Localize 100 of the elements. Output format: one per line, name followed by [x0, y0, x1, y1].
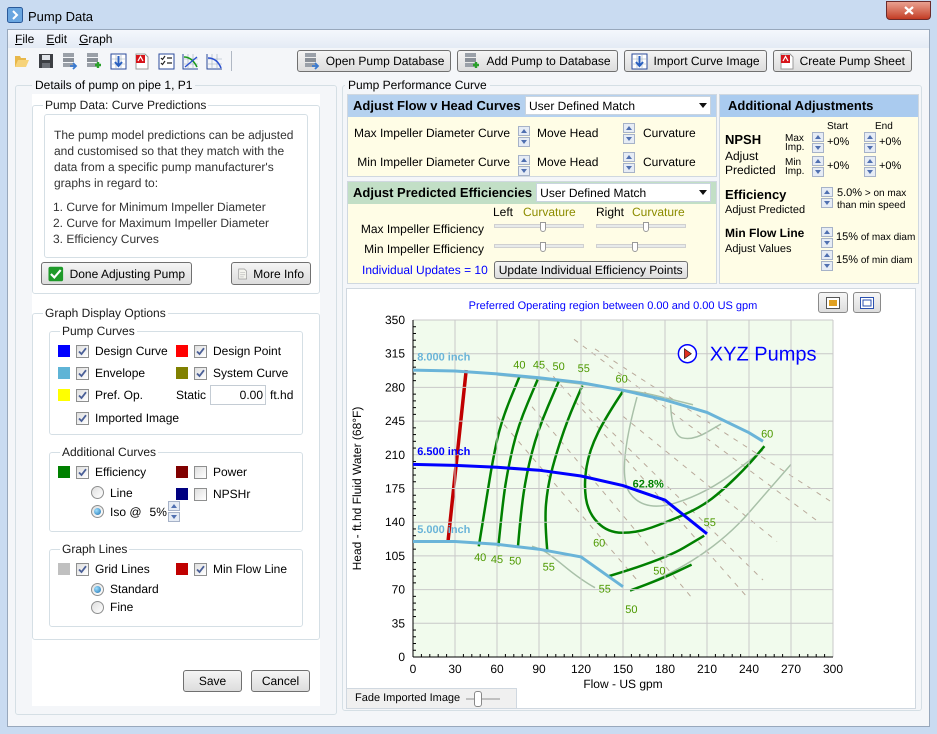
curve-label: 8.000 inch [417, 352, 470, 364]
spin-up-button[interactable] [168, 501, 180, 511]
action-button[interactable]: More Info [231, 262, 311, 285]
dialog-button[interactable]: Save [183, 670, 242, 692]
up-arrow-icon [626, 126, 632, 130]
option-label: Pref. Op. [95, 387, 144, 404]
spin-down-button[interactable] [518, 166, 530, 176]
spin-up-button[interactable] [518, 126, 530, 136]
spin-up-button[interactable] [812, 132, 824, 142]
spin-down-button[interactable] [821, 238, 833, 248]
dialog-button[interactable]: Cancel [251, 670, 310, 692]
radio-button[interactable] [91, 600, 104, 614]
up-arrow-icon [815, 135, 821, 139]
toolbar-button[interactable]: Add Pump to Database [457, 50, 618, 72]
x-tick-label: 120 [570, 662, 592, 676]
update-button[interactable]: Update Individual Efficiency Points [494, 260, 688, 278]
spin-up-button[interactable] [623, 152, 635, 162]
spin-up-button[interactable] [864, 132, 876, 142]
toolbar-button[interactable]: Import Curve Image [624, 50, 767, 72]
spin-up-button[interactable] [821, 226, 833, 236]
checkbox[interactable] [76, 388, 89, 402]
checkbox[interactable] [194, 488, 207, 500]
checkbox[interactable] [76, 366, 89, 380]
section-subtitle: Adjust Predicted [725, 202, 806, 218]
efficiency-label: 40 [474, 552, 486, 564]
menu-item[interactable]: Edit [41, 31, 72, 47]
row-label: Min Impeller Efficiency [363, 240, 484, 258]
radio-button[interactable] [91, 505, 104, 518]
option-label: Design Point [213, 343, 282, 360]
checkbox[interactable] [76, 562, 89, 576]
slider-thumb[interactable] [643, 222, 650, 232]
checkbox[interactable] [194, 466, 207, 478]
slider-track[interactable] [596, 219, 686, 233]
action-button[interactable]: Done Adjusting Pump [41, 262, 192, 285]
checkbox[interactable] [194, 366, 207, 380]
spin-down-button[interactable] [821, 260, 833, 270]
efficiency-label: 45 [490, 554, 504, 566]
checkbox[interactable] [194, 562, 207, 576]
y-tick-label: 175 [384, 482, 405, 496]
menu-item[interactable]: Graph [74, 31, 118, 47]
slider-thumb[interactable] [540, 242, 546, 252]
adjust-value: +0% [827, 135, 850, 150]
min-flow-value: 15% of min diam [836, 252, 912, 268]
slider-track[interactable] [494, 239, 584, 253]
control-label: Move Head [537, 154, 598, 171]
toolbar-button[interactable]: Open Pump Database [296, 50, 452, 72]
spin-down-button[interactable] [821, 198, 833, 208]
image-button[interactable] [818, 292, 848, 313]
spin-up-button[interactable] [812, 156, 824, 166]
up-arrow-icon [867, 159, 873, 163]
spin-down-button[interactable] [623, 162, 635, 172]
checkbox[interactable] [76, 466, 89, 478]
spin-down-button[interactable] [518, 136, 530, 146]
static-head-field[interactable]: 0.00 [210, 385, 266, 405]
caret-icon [699, 103, 707, 108]
spin-up-button[interactable] [821, 186, 833, 196]
slider-track[interactable] [494, 219, 584, 233]
slider-track[interactable] [596, 239, 686, 253]
fit-view-button[interactable] [853, 292, 881, 313]
x-tick-label: 240 [738, 662, 760, 676]
caret-icon [699, 190, 707, 196]
spin-down-button[interactable] [812, 167, 824, 177]
spin-up-button[interactable] [623, 122, 635, 132]
frame-icon [860, 296, 874, 308]
x-tick-label: 180 [654, 662, 676, 676]
radio-button[interactable] [91, 486, 104, 499]
checkbox[interactable] [76, 412, 89, 424]
spin-down-button[interactable] [864, 143, 876, 153]
close-button[interactable] [886, 1, 931, 20]
spin-up-button[interactable] [864, 156, 876, 166]
slider-thumb[interactable] [632, 242, 638, 252]
fade-slider-track[interactable] [466, 690, 500, 706]
database-icon [304, 52, 320, 70]
y-tick-label: 140 [384, 515, 405, 530]
toolbar-button[interactable]: Create Pump Sheet [772, 50, 912, 72]
row-label: Min Imp. [785, 158, 806, 176]
slider-thumb[interactable] [474, 690, 482, 706]
spin-down-button[interactable] [623, 134, 635, 144]
down-arrow-icon [626, 136, 632, 140]
control-label: Curvature [643, 125, 696, 142]
spin-down-button[interactable] [812, 143, 824, 153]
y-tick-label: 70 [392, 582, 405, 597]
menu-item[interactable]: File [10, 31, 40, 47]
checkmark-icon [196, 346, 205, 356]
option-label: Iso @ [110, 504, 142, 520]
efficiency-label: 55 [598, 584, 611, 596]
checkbox[interactable] [194, 344, 207, 358]
slider-thumb[interactable] [540, 222, 546, 232]
checkbox[interactable] [76, 344, 89, 358]
checkmark-icon [78, 368, 87, 378]
radio-button[interactable] [91, 582, 104, 596]
x-tick-label: 150 [612, 662, 634, 676]
down-arrow-icon [824, 264, 830, 268]
spin-down-button[interactable] [168, 512, 180, 522]
spin-up-button[interactable] [518, 154, 530, 164]
iso-step-value: 5% [150, 504, 167, 520]
spin-up-button[interactable] [821, 250, 833, 260]
spin-down-button[interactable] [864, 167, 876, 177]
mode-dropdown[interactable]: User Defined Match [525, 96, 711, 116]
mode-dropdown[interactable]: User Defined Match [536, 183, 711, 202]
